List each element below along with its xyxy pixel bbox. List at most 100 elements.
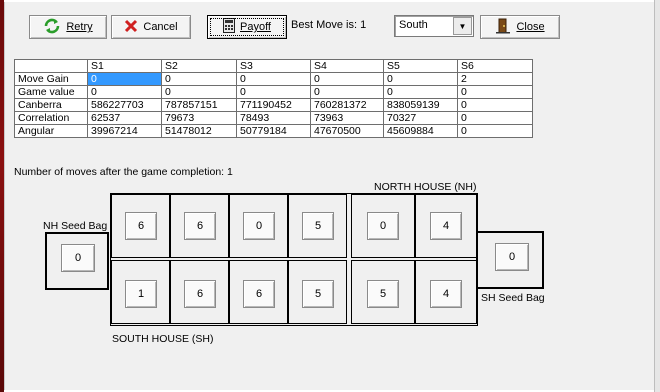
table-cell[interactable]: 78493: [236, 111, 311, 125]
table-header-cell: S5: [383, 59, 458, 73]
south-pit-button[interactable]: 5: [302, 280, 334, 308]
calculator-icon: [223, 18, 235, 36]
sh-seed-bag-count[interactable]: 0: [495, 243, 529, 271]
table-cell[interactable]: 39967214: [87, 124, 162, 138]
table-cell[interactable]: 0: [457, 124, 533, 138]
nh-seed-bag: 0: [45, 232, 109, 290]
north-pit: 4: [415, 194, 477, 258]
south-pit-button[interactable]: 1: [125, 280, 157, 308]
row-label: Game value: [14, 85, 88, 99]
table-cell[interactable]: 787857151: [161, 98, 237, 112]
table-cell[interactable]: 586227703: [87, 98, 162, 112]
north-pit-button[interactable]: 0: [367, 212, 399, 240]
north-pit-button[interactable]: 0: [243, 212, 275, 240]
payoff-button[interactable]: Payoff: [207, 15, 287, 39]
table-header-cell: S1: [87, 59, 162, 73]
table-cell[interactable]: 62537: [87, 111, 162, 125]
north-pit: 0: [229, 194, 288, 258]
row-label: Correlation: [14, 111, 88, 125]
table-row: Canberra 586227703 787857151 771190452 7…: [14, 98, 533, 112]
window-right-edge: [654, 0, 660, 392]
table-cell[interactable]: 50779184: [236, 124, 311, 138]
mancala-board: 6 6 0 5 0 4 1 6 6 5 5 4: [110, 193, 478, 326]
table-cell[interactable]: 0: [161, 72, 237, 86]
results-table: S1 S2 S3 S4 S5 S6 Move Gain 0 0 0 0 0 2 …: [14, 59, 533, 138]
x-icon: [124, 19, 138, 36]
north-pit-button[interactable]: 6: [184, 212, 216, 240]
row-label: Move Gain: [14, 72, 88, 86]
south-house-label: SOUTH HOUSE (SH): [112, 333, 214, 345]
cancel-button[interactable]: Cancel: [111, 15, 191, 39]
south-pit-button[interactable]: 5: [367, 280, 399, 308]
table-cell[interactable]: 760281372: [310, 98, 384, 112]
table-cell[interactable]: 771190452: [236, 98, 311, 112]
south-pit: 1: [111, 260, 170, 324]
table-row: Angular 39967214 51478012 50779184 47670…: [14, 124, 533, 138]
sh-seed-bag-label: SH Seed Bag: [481, 292, 545, 304]
north-pit-button[interactable]: 6: [125, 212, 157, 240]
chevron-down-icon[interactable]: ▼: [453, 17, 472, 35]
north-house-label: NORTH HOUSE (NH): [374, 181, 477, 193]
south-pit: 4: [415, 260, 477, 324]
table-cell[interactable]: 79673: [161, 111, 237, 125]
nh-seed-bag-label: NH Seed Bag: [43, 220, 108, 232]
north-pit-button[interactable]: 5: [302, 212, 334, 240]
north-pit: 5: [288, 194, 347, 258]
south-pit-button[interactable]: 6: [243, 280, 275, 308]
row-label: Canberra: [14, 98, 88, 112]
retry-label: Retry: [66, 21, 93, 33]
table-cell[interactable]: 0: [457, 98, 533, 112]
table-cell[interactable]: 0: [457, 85, 533, 99]
table-cell[interactable]: 838059139: [383, 98, 458, 112]
table-cell[interactable]: 47670500: [310, 124, 384, 138]
table-header-cell: S2: [161, 59, 237, 73]
moves-count-text: Number of moves after the game completio…: [14, 166, 233, 178]
table-row: Game value 0 0 0 0 0 0: [14, 85, 533, 99]
table-header-cell: S4: [310, 59, 384, 73]
north-pit-button[interactable]: 4: [430, 212, 462, 240]
table-cell[interactable]: 0: [87, 72, 162, 86]
cancel-label: Cancel: [143, 21, 178, 33]
south-pit: 5: [288, 260, 347, 324]
table-header-row: S1 S2 S3 S4 S5 S6: [14, 59, 533, 73]
table-header-cell: [14, 59, 88, 73]
table-row: Move Gain 0 0 0 0 0 2: [14, 72, 533, 86]
table-cell[interactable]: 0: [310, 72, 384, 86]
south-pit: 6: [229, 260, 288, 324]
sh-seed-bag: 0: [476, 231, 544, 289]
table-cell[interactable]: 0: [310, 85, 384, 99]
table-cell[interactable]: 70327: [383, 111, 458, 125]
table-cell[interactable]: 2: [457, 72, 533, 86]
south-pit-button[interactable]: 6: [184, 280, 216, 308]
table-cell[interactable]: 0: [161, 85, 237, 99]
table-cell[interactable]: 0: [87, 85, 162, 99]
table-cell[interactable]: 0: [383, 72, 458, 86]
table-cell[interactable]: 73963: [310, 111, 384, 125]
payoff-label: Payoff: [240, 21, 271, 33]
north-pit: 6: [170, 194, 229, 258]
table-cell[interactable]: 0: [236, 72, 311, 86]
table-cell[interactable]: 0: [236, 85, 311, 99]
application-window: Retry Cancel Payoff Best Move is: 1 Sout…: [0, 0, 660, 392]
south-pit: 6: [170, 260, 229, 324]
row-label: Angular: [14, 124, 88, 138]
table-header-cell: S6: [457, 59, 533, 73]
close-button[interactable]: Close: [480, 15, 560, 39]
table-cell[interactable]: 45609884: [383, 124, 458, 138]
best-move-text: Best Move is: 1: [291, 19, 367, 31]
table-cell[interactable]: 0: [383, 85, 458, 99]
table-header-cell: S3: [236, 59, 311, 73]
close-label: Close: [516, 21, 545, 33]
refresh-icon: [43, 18, 61, 37]
south-pit-button[interactable]: 4: [430, 280, 462, 308]
house-select[interactable]: South ▼: [394, 15, 474, 37]
table-row: Correlation 62537 79673 78493 73963 7032…: [14, 111, 533, 125]
north-pit: 6: [111, 194, 170, 258]
table-cell[interactable]: 51478012: [161, 124, 237, 138]
door-icon: [495, 18, 511, 37]
north-pit: 0: [351, 194, 415, 258]
retry-button[interactable]: Retry: [29, 15, 107, 39]
nh-seed-bag-count[interactable]: 0: [61, 244, 95, 272]
house-select-value: South: [399, 19, 428, 31]
table-cell[interactable]: 0: [457, 111, 533, 125]
